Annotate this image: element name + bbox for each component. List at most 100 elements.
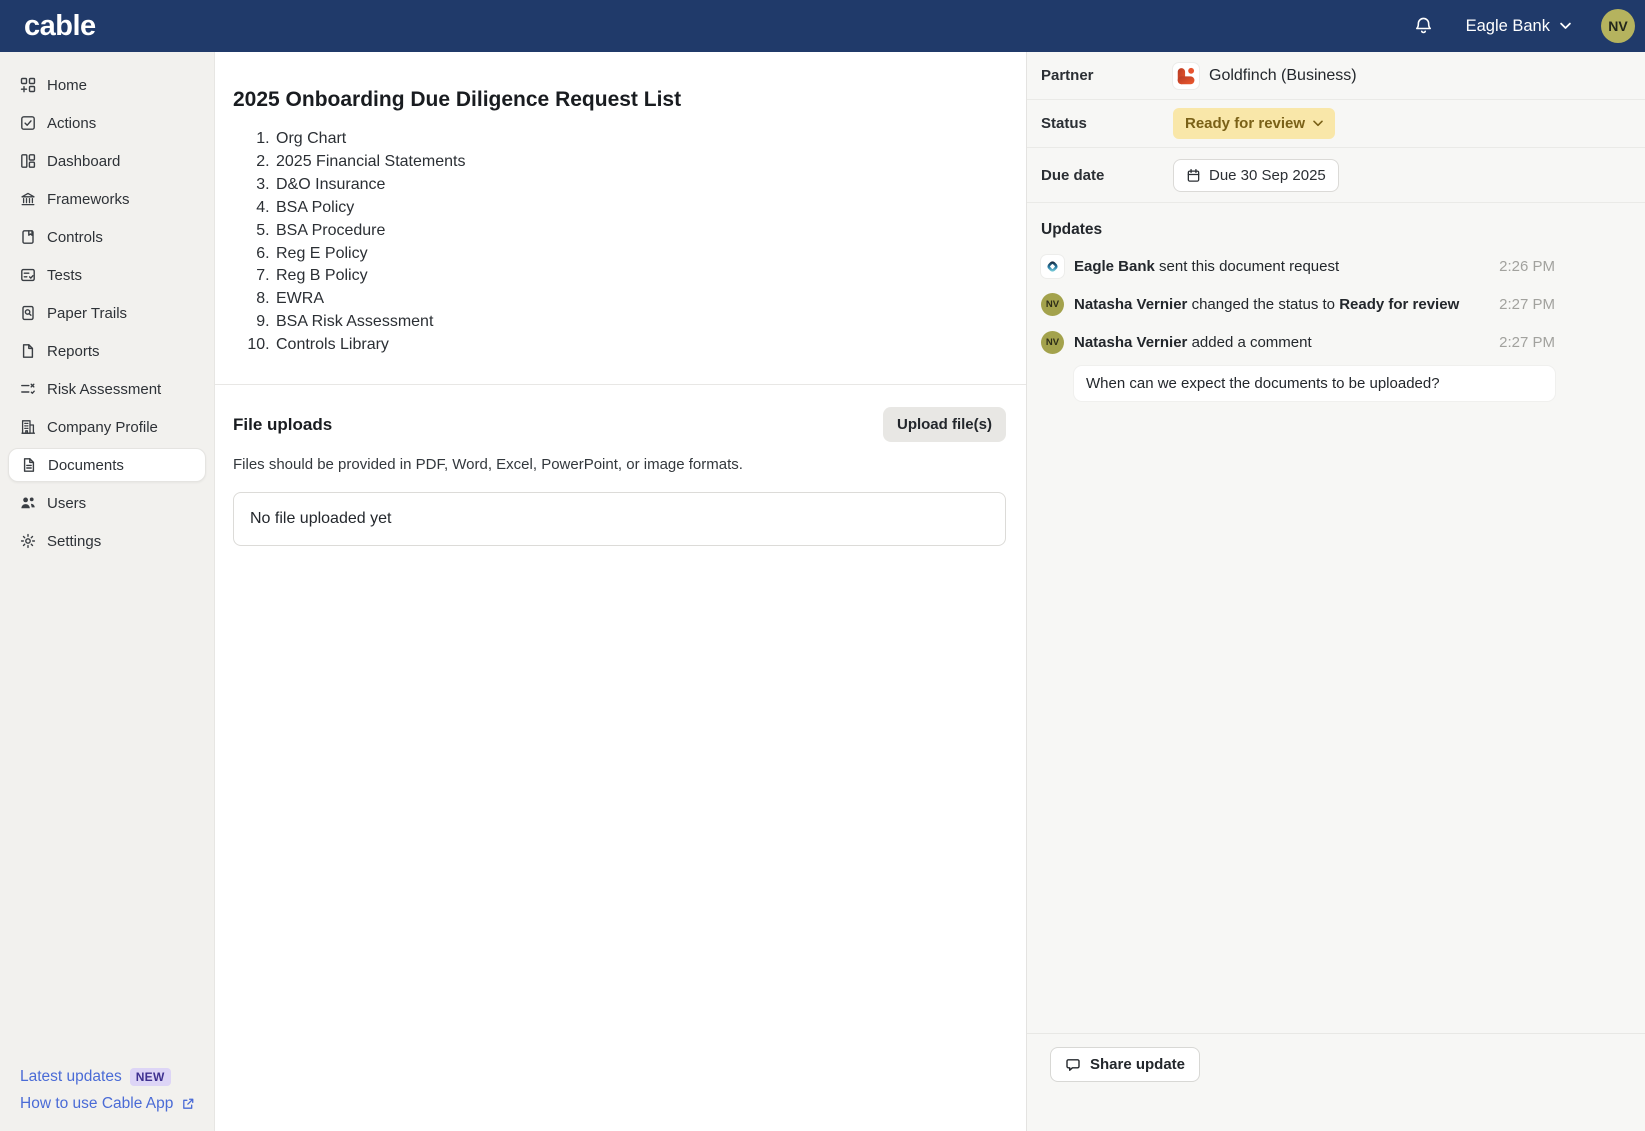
status-row: Status Ready for review xyxy=(1027,100,1645,148)
panel-footer: Share update xyxy=(1027,1033,1645,1131)
goldfinch-logo-icon xyxy=(1173,62,1199,89)
sidebar-item-reports[interactable]: Reports xyxy=(8,334,206,368)
building-icon xyxy=(20,419,36,435)
sidebar-item-label: Frameworks xyxy=(47,190,130,208)
main-content: 2025 Onboarding Due Diligence Request Li… xyxy=(215,52,1026,1131)
sidebar-item-actions[interactable]: Actions xyxy=(8,106,206,140)
sidebar-footer: Latest updates NEW How to use Cable App xyxy=(0,1068,214,1131)
sidebar-item-paper-trails[interactable]: Paper Trails xyxy=(8,296,206,330)
file-uploads-section: File uploads Upload file(s) Files should… xyxy=(215,385,1026,547)
sidebar-item-label: Users xyxy=(47,494,87,512)
status-value: Ready for review xyxy=(1185,115,1306,132)
sidebar-item-users[interactable]: Users xyxy=(8,486,206,520)
sidebar-item-documents[interactable]: Documents xyxy=(8,448,206,482)
help-link-label: How to use Cable App xyxy=(20,1095,174,1112)
status-dropdown[interactable]: Ready for review xyxy=(1173,108,1336,139)
request-list-item: BSA Procedure xyxy=(274,220,1006,243)
comment-bubble: When can we expect the documents to be u… xyxy=(1074,366,1555,401)
latest-updates-link[interactable]: Latest updates NEW xyxy=(20,1068,214,1086)
help-link[interactable]: How to use Cable App xyxy=(20,1095,214,1113)
request-list-item: Controls Library xyxy=(274,334,1006,357)
file-icon xyxy=(20,343,36,359)
due-date-row: Due date Due 30 Sep 2025 xyxy=(1027,148,1645,203)
request-list-item: 2025 Financial Statements xyxy=(274,151,1006,174)
file-uploads-title: File uploads xyxy=(233,414,333,434)
request-list: Org Chart 2025 Financial Statements D&O … xyxy=(233,128,1006,357)
bell-icon xyxy=(1413,16,1434,37)
update-timestamp: 2:27 PM xyxy=(1499,334,1555,351)
update-timestamp: 2:26 PM xyxy=(1499,258,1555,275)
partner-row: Partner Goldfinch (Business) xyxy=(1027,52,1645,100)
upload-files-button[interactable]: Upload file(s) xyxy=(882,407,1006,443)
updates-section: Updates Eagle Bank sent this document re… xyxy=(1027,203,1645,1033)
document-search-icon xyxy=(20,305,36,321)
top-navbar: cable Eagle Bank NV xyxy=(0,0,1645,52)
update-timestamp: 2:27 PM xyxy=(1499,296,1555,313)
empty-state-text: No file uploaded yet xyxy=(250,510,392,528)
sidebar-item-label: Risk Assessment xyxy=(47,380,162,398)
gear-icon xyxy=(20,533,36,549)
update-entry: NV Natasha Vernier added a comment 2:27 … xyxy=(1041,331,1555,354)
org-switcher[interactable]: Eagle Bank xyxy=(1466,17,1571,36)
due-date-button[interactable]: Due 30 Sep 2025 xyxy=(1173,158,1339,192)
sidebar-item-risk-assessment[interactable]: Risk Assessment xyxy=(8,372,206,406)
page-title: 2025 Onboarding Due Diligence Request Li… xyxy=(233,88,682,111)
sidebar-item-label: Company Profile xyxy=(47,418,158,436)
update-text: Natasha Vernier changed the status to Re… xyxy=(1074,296,1460,313)
request-list-item: Org Chart xyxy=(274,128,1006,151)
request-list-item: BSA Policy xyxy=(274,197,1006,220)
sidebar-item-company-profile[interactable]: Company Profile xyxy=(8,410,206,444)
sidebar-item-label: Documents xyxy=(48,456,124,474)
details-panel: Partner Goldfinch (Business) Status Read… xyxy=(1026,52,1645,1131)
request-list-section: 2025 Onboarding Due Diligence Request Li… xyxy=(215,52,1026,357)
dashboard-icon xyxy=(20,153,36,169)
speech-bubble-icon xyxy=(1065,1057,1081,1073)
status-label: Status xyxy=(1041,115,1087,132)
sidebar-item-label: Actions xyxy=(47,114,97,132)
chevron-down-icon xyxy=(1313,120,1323,127)
check-square-icon xyxy=(20,115,36,131)
updates-title: Updates xyxy=(1041,221,1103,238)
sidebar-item-settings[interactable]: Settings xyxy=(8,524,206,558)
partner-name: Goldfinch (Business) xyxy=(1209,66,1357,84)
sidebar-item-home[interactable]: Home xyxy=(8,68,206,102)
file-uploads-hint: Files should be provided in PDF, Word, E… xyxy=(233,456,743,474)
notifications-button[interactable] xyxy=(1407,10,1440,43)
sidebar: Home Actions Dashboard Frameworks Contro… xyxy=(0,52,215,1131)
user-avatar[interactable]: NV xyxy=(1601,9,1635,43)
list-check-icon xyxy=(20,267,36,283)
sidebar-item-label: Settings xyxy=(47,532,102,550)
sidebar-item-label: Tests xyxy=(47,266,83,284)
new-badge: NEW xyxy=(129,1068,171,1086)
sidebar-item-label: Controls xyxy=(47,228,103,246)
share-update-button[interactable]: Share update xyxy=(1050,1047,1201,1082)
app-window: cable Eagle Bank NV Home Actions Dashboa… xyxy=(0,0,1645,1131)
request-list-item: EWRA xyxy=(274,288,1006,311)
due-date-value: Due 30 Sep 2025 xyxy=(1209,166,1326,184)
sidebar-item-dashboard[interactable]: Dashboard xyxy=(8,144,206,178)
bank-icon xyxy=(20,191,36,207)
file-text-icon xyxy=(21,457,37,473)
request-list-item: D&O Insurance xyxy=(274,174,1006,197)
sidebar-item-label: Home xyxy=(47,76,88,94)
update-text: Natasha Vernier added a comment xyxy=(1074,334,1312,351)
list-x-icon xyxy=(20,381,36,397)
request-list-item: Reg B Policy xyxy=(274,265,1006,288)
home-icon xyxy=(20,77,36,93)
request-list-item: Reg E Policy xyxy=(274,243,1006,266)
sidebar-item-label: Dashboard xyxy=(47,152,121,170)
user-avatar: NV xyxy=(1041,293,1064,316)
eagle-bank-logo-icon xyxy=(1041,255,1064,278)
sidebar-item-tests[interactable]: Tests xyxy=(8,258,206,292)
due-date-label: Due date xyxy=(1041,166,1105,184)
update-text: Eagle Bank sent this document request xyxy=(1074,258,1340,275)
sidebar-item-frameworks[interactable]: Frameworks xyxy=(8,182,206,216)
journal-icon xyxy=(20,229,36,245)
no-file-uploaded-box: No file uploaded yet xyxy=(233,492,1006,547)
latest-updates-label: Latest updates xyxy=(20,1068,122,1085)
update-entry: NV Natasha Vernier changed the status to… xyxy=(1041,293,1555,316)
org-name: Eagle Bank xyxy=(1465,16,1550,35)
update-entry: Eagle Bank sent this document request 2:… xyxy=(1041,255,1555,278)
sidebar-item-controls[interactable]: Controls xyxy=(8,220,206,254)
sidebar-item-label: Paper Trails xyxy=(47,304,128,322)
